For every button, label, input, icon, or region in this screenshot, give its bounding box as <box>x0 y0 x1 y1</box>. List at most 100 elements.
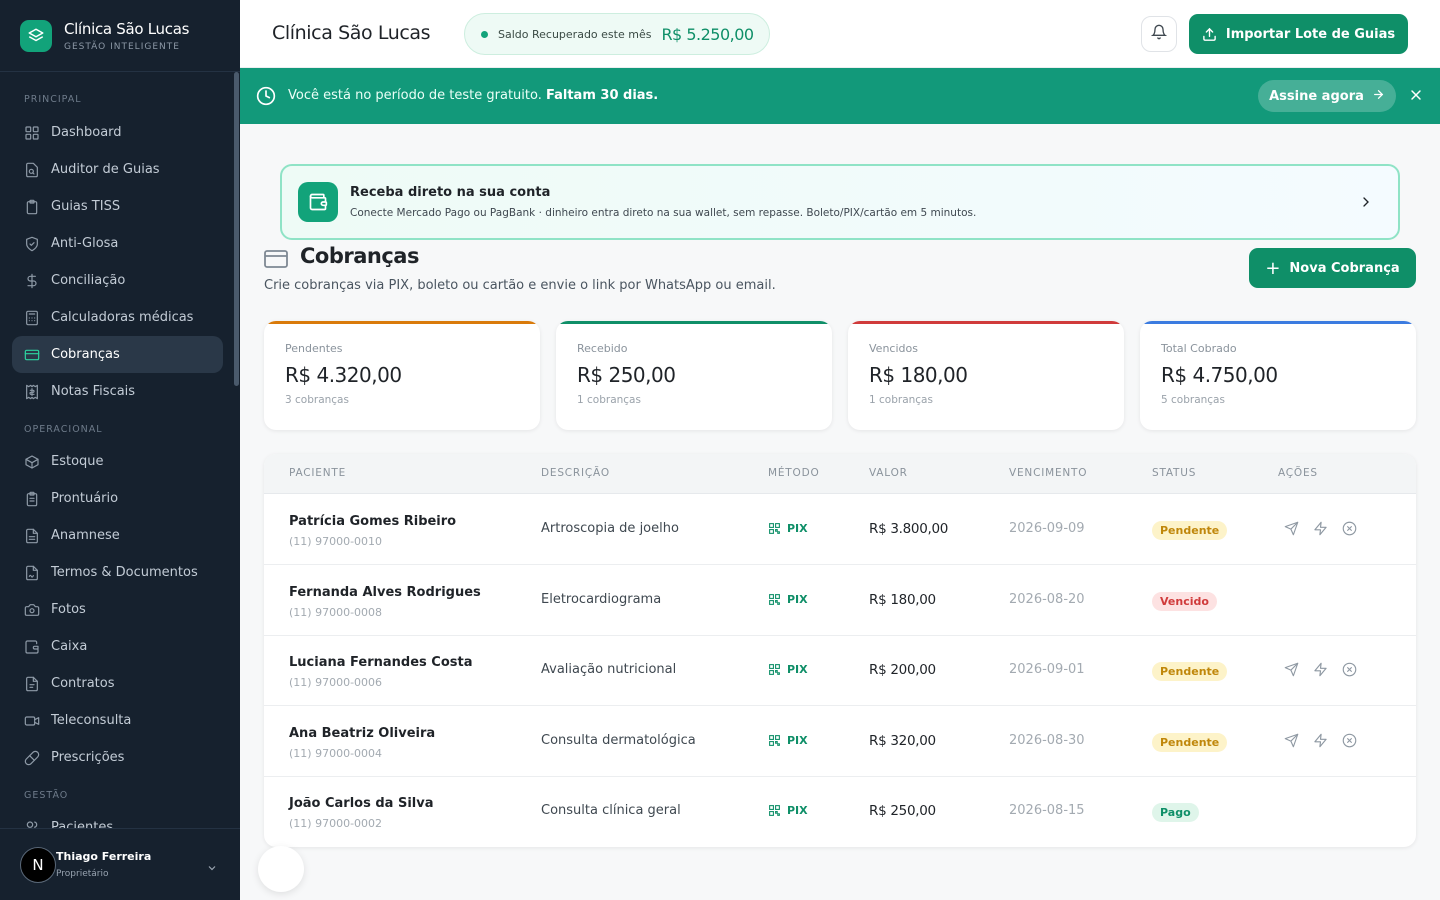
charge-description: Eletrocardiograma <box>541 591 662 607</box>
sidebar-scrollbar[interactable] <box>234 72 239 386</box>
credit-card-icon <box>264 249 288 273</box>
brand[interactable]: Clínica São Lucas GESTÃO INTELIGENTE <box>0 0 240 72</box>
table-row[interactable]: Ana Beatriz Oliveira (11) 97000-0004 Consu… <box>264 706 1416 777</box>
wallet-icon <box>298 182 338 222</box>
zap-icon[interactable] <box>1313 521 1328 536</box>
user-role: Proprietário <box>56 869 109 879</box>
column-header[interactable]: PACIENTE <box>289 467 346 479</box>
column-header[interactable]: DESCRIÇÃO <box>541 467 610 479</box>
subscribe-label: Assine agora <box>1269 88 1364 104</box>
column-header[interactable]: VENCIMENTO <box>1009 467 1087 479</box>
send-icon[interactable] <box>1284 733 1299 748</box>
table-row[interactable]: Fernanda Alves Rodrigues (11) 97000-0008 E… <box>264 565 1416 636</box>
stat-count: 5 cobranças <box>1161 394 1225 406</box>
floating-button[interactable] <box>258 846 304 892</box>
patient-name: Fernanda Alves Rodrigues <box>289 584 481 600</box>
sidebar-item-auditor-de-guias[interactable]: Auditor de Guias <box>12 151 223 188</box>
grid-icon <box>24 125 40 141</box>
sidebar-item-caixa[interactable]: Caixa <box>12 628 223 665</box>
cancel-circle-icon[interactable] <box>1342 733 1357 748</box>
sidebar-section-label: PRINCIPAL <box>24 94 82 105</box>
table-row[interactable]: João Carlos da Silva (11) 97000-0002 Consu… <box>264 776 1416 847</box>
sidebar-item-cobrancas[interactable]: Cobranças <box>12 336 223 373</box>
stat-count: 1 cobranças <box>577 394 641 406</box>
sidebar-item-anamnese[interactable]: Anamnese <box>12 517 223 554</box>
chevron-down-icon[interactable] <box>206 859 218 878</box>
column-header[interactable]: STATUS <box>1152 467 1196 479</box>
import-batch-button[interactable]: Importar Lote de Guias <box>1189 14 1408 54</box>
chevron-right-icon <box>1358 194 1374 214</box>
charge-amount: R$ 3.800,00 <box>869 521 949 537</box>
method-label: PIX <box>787 733 808 747</box>
pill-icon <box>24 750 40 766</box>
layers-icon <box>20 19 52 52</box>
sidebar-item-label: Teleconsulta <box>51 713 132 728</box>
column-header[interactable]: MÉTODO <box>768 467 820 479</box>
zap-icon[interactable] <box>1313 733 1328 748</box>
method-label: PIX <box>787 804 808 817</box>
patient-name: João Carlos da Silva <box>289 796 434 811</box>
box-icon <box>24 454 40 470</box>
sidebar-item-label: Pacientes <box>51 820 114 828</box>
charges-table: PACIENTE DESCRIÇÃO MÉTODO VALOR VENCIMENTO ST… <box>264 454 1416 847</box>
sidebar-item-conciliacao[interactable]: Conciliação <box>12 262 223 299</box>
subscribe-button[interactable]: Assine agora <box>1258 80 1396 112</box>
cancel-circle-icon[interactable] <box>1342 662 1357 677</box>
saldo-value: R$ 5.250,00 <box>661 24 754 44</box>
sidebar-item-label: Termos & Documentos <box>51 565 198 580</box>
sidebar-item-label: Prontuário <box>51 491 119 506</box>
patient-phone: (11) 97000-0004 <box>289 746 383 760</box>
sidebar-item-prescricoes[interactable]: Prescrições <box>12 739 223 776</box>
patient-phone: (11) 97000-0002 <box>289 817 383 830</box>
sidebar-item-calculadoras-medicas[interactable]: Calculadoras médicas <box>12 299 223 336</box>
table-row[interactable]: Luciana Fernandes Costa (11) 97000-0006 Av… <box>264 635 1416 706</box>
arrow-right-icon <box>1372 88 1385 105</box>
sidebar-item-label: Prescrições <box>51 750 125 765</box>
brand-name: Clínica São Lucas <box>64 19 190 38</box>
sidebar-item-contratos[interactable]: Contratos <box>12 665 223 702</box>
sidebar-item-fotos[interactable]: Fotos <box>12 591 223 628</box>
sidebar-item-termos-documentos[interactable]: Termos & Documentos <box>12 554 223 591</box>
column-header[interactable]: AÇÕES <box>1278 467 1318 479</box>
column-header[interactable]: VALOR <box>869 467 908 479</box>
sidebar-item-anti-glosa[interactable]: Anti-Glosa <box>12 225 223 262</box>
stat-value: R$ 250,00 <box>577 363 676 387</box>
close-icon[interactable] <box>1408 87 1424 107</box>
stat-card: Vencidos R$ 180,00 1 cobranças <box>848 321 1124 430</box>
send-icon[interactable] <box>1284 662 1299 677</box>
promo-title: Receba direto na sua conta <box>350 185 551 200</box>
upload-icon <box>1203 27 1216 41</box>
user-menu[interactable]: N Thiago Ferreira Proprietário <box>0 828 240 900</box>
zap-icon[interactable] <box>1313 662 1328 677</box>
wallet-promo-card[interactable]: Receba direto na sua conta Conecte Merca… <box>280 164 1400 240</box>
brand-tagline: GESTÃO INTELIGENTE <box>64 41 180 52</box>
clock-icon <box>256 86 276 110</box>
sidebar-item-label: Notas Fiscais <box>51 384 136 399</box>
sidebar-item-guias-tiss[interactable]: Guias TISS <box>12 188 223 225</box>
table-row[interactable]: Patrícia Gomes Ribeiro (11) 97000-0010 Art… <box>264 494 1416 565</box>
sidebar-item-notas-fiscais[interactable]: Notas Fiscais <box>12 373 223 410</box>
dollar-icon <box>24 273 40 289</box>
clipboard-list-icon <box>24 491 40 507</box>
sidebar-item-estoque[interactable]: Estoque <box>12 443 223 480</box>
notifications-button[interactable] <box>1141 16 1177 52</box>
charge-amount: R$ 180,00 <box>869 591 936 608</box>
sidebar-item-dashboard[interactable]: Dashboard <box>12 114 223 151</box>
sidebar-item-pacientes[interactable]: Pacientes <box>12 809 223 828</box>
sidebar-item-prontuario[interactable]: Prontuário <box>12 480 223 517</box>
patient-name: Luciana Fernandes Costa <box>289 655 473 670</box>
avatar: N <box>20 846 56 883</box>
wallet-icon <box>24 639 40 655</box>
file-search-icon <box>24 162 40 178</box>
status-badge: Pendente <box>1152 662 1228 681</box>
page-title: Cobranças <box>300 244 419 268</box>
send-icon[interactable] <box>1284 521 1299 536</box>
table-header: PACIENTE DESCRIÇÃO MÉTODO VALOR VENCIMENTO ST… <box>264 454 1416 494</box>
sidebar-item-label: Caixa <box>51 639 88 654</box>
new-charge-button[interactable]: + Nova Cobrança <box>1249 248 1416 288</box>
sidebar-item-teleconsulta[interactable]: Teleconsulta <box>12 702 223 739</box>
sidebar-item-label: Dashboard <box>51 125 122 140</box>
cancel-circle-icon[interactable] <box>1342 521 1357 536</box>
saldo-pill: Saldo Recuperado este mês R$ 5.250,00 <box>464 13 770 55</box>
stat-value: R$ 4.320,00 <box>285 363 402 387</box>
